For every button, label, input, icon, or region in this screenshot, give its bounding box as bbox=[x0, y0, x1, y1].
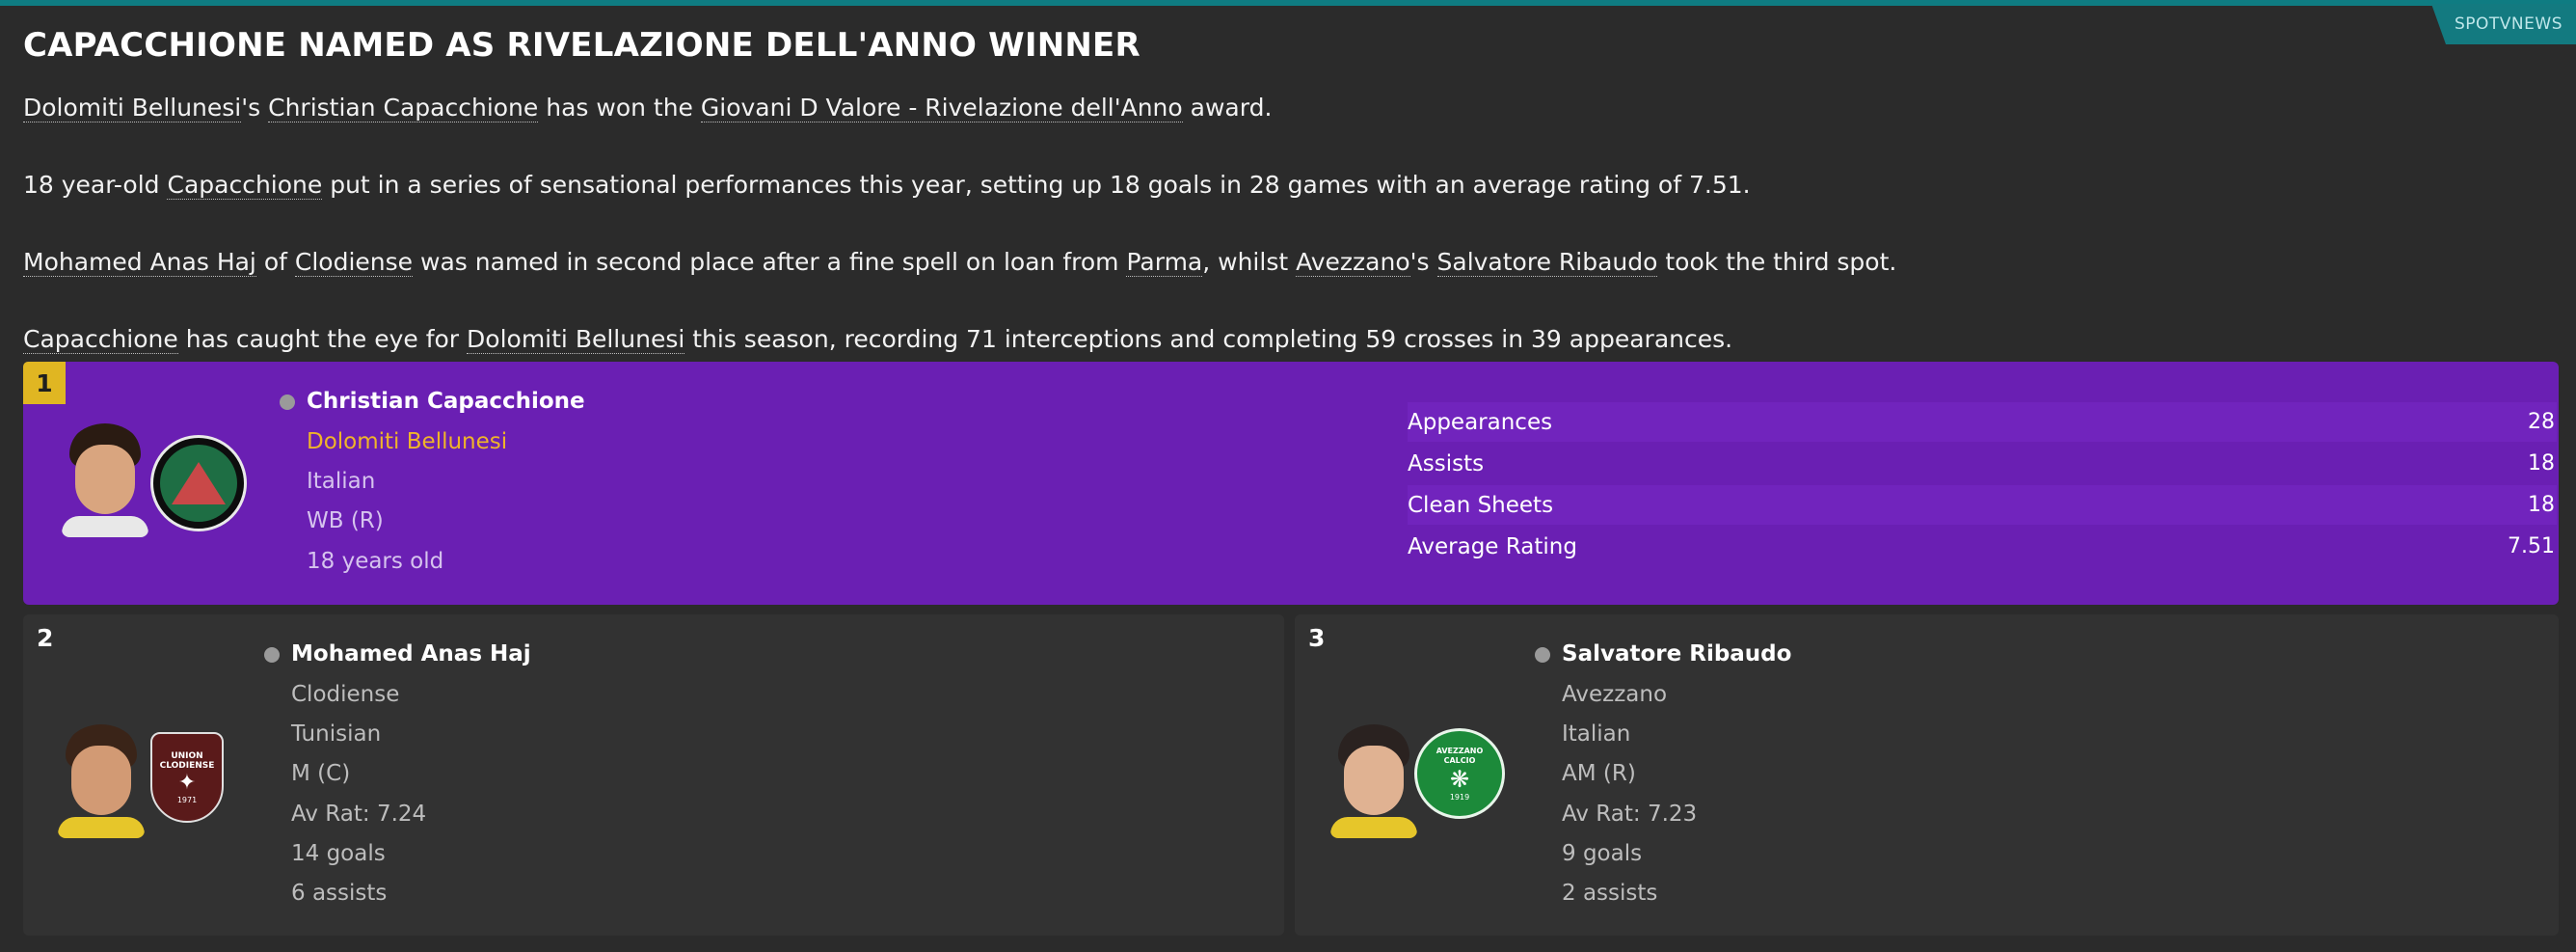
paragraph-3: Mohamed Anas Haj of Clodiense was named … bbox=[23, 248, 1897, 277]
text: of bbox=[255, 248, 295, 276]
player-position: AM (R) bbox=[1562, 761, 1636, 786]
winner-stats: Appearances 28 Assists 18 Clean Sheets 1… bbox=[1408, 402, 2557, 568]
text: , whilst bbox=[1202, 248, 1297, 276]
text: 's bbox=[1409, 248, 1437, 276]
player-icon bbox=[280, 394, 295, 410]
stat-row: Appearances 28 bbox=[1408, 402, 2557, 442]
headline: CAPACCHIONE NAMED AS RIVELAZIONE DELL'AN… bbox=[23, 26, 1140, 65]
crest-year: 1919 bbox=[1449, 792, 1470, 802]
club-link[interactable]: Avezzano bbox=[1296, 248, 1410, 277]
stat-label: Average Rating bbox=[1408, 533, 1577, 559]
award-link[interactable]: Giovani D Valore - Rivelazione dell'Anno bbox=[700, 94, 1183, 122]
player-link[interactable]: Christian Capacchione bbox=[268, 94, 539, 122]
player-name[interactable]: Mohamed Anas Haj bbox=[291, 641, 531, 666]
text: 's bbox=[241, 94, 269, 122]
text: was named in second place after a fine s… bbox=[413, 248, 1127, 276]
player-club[interactable]: Avezzano bbox=[1562, 682, 1667, 707]
stat-label: Assists bbox=[1408, 450, 1485, 476]
runner-up-card: 2 UNION CLODIENSE ✦ 1971 Mohamed Anas Ha… bbox=[23, 614, 1284, 936]
player-link[interactable]: Mohamed Anas Haj bbox=[23, 248, 256, 277]
player-rating: Av Rat: 7.24 bbox=[291, 802, 427, 827]
club-crest-icon[interactable]: AVEZZANO CALCIO ❋ 1919 bbox=[1414, 728, 1505, 819]
player-nationality: Italian bbox=[307, 469, 376, 494]
player-icon bbox=[264, 647, 280, 663]
player-position: M (C) bbox=[291, 761, 351, 786]
club-crest-icon[interactable] bbox=[150, 435, 247, 531]
player-position: WB (R) bbox=[307, 508, 384, 533]
accent-bar bbox=[0, 0, 2576, 6]
text: has won the bbox=[538, 94, 701, 122]
player-assists: 2 assists bbox=[1562, 881, 1658, 906]
player-link[interactable]: Capacchione bbox=[167, 171, 323, 200]
runner-up-card: 3 AVEZZANO CALCIO ❋ 1919 Salvatore Ribau… bbox=[1295, 614, 2559, 936]
player-icon bbox=[1535, 647, 1550, 663]
news-article: SPOTVNEWS CAPACCHIONE NAMED AS RIVELAZIO… bbox=[0, 0, 2576, 952]
club-link[interactable]: Dolomiti Bellunesi bbox=[467, 325, 685, 354]
paragraph-4: Capacchione has caught the eye for Dolom… bbox=[23, 325, 1733, 354]
stat-row: Clean Sheets 18 bbox=[1408, 485, 2557, 525]
stat-value: 18 bbox=[2528, 493, 2555, 517]
player-name[interactable]: Christian Capacchione bbox=[307, 389, 585, 414]
player-photo[interactable] bbox=[1330, 724, 1417, 838]
player-link[interactable]: Salvatore Ribaudo bbox=[1436, 248, 1658, 277]
rank-label: 3 bbox=[1308, 624, 1326, 652]
text: award. bbox=[1182, 94, 1273, 122]
stat-value: 18 bbox=[2528, 451, 2555, 476]
text: has caught the eye for bbox=[177, 325, 468, 353]
rank-label: 2 bbox=[37, 624, 54, 652]
player-photo[interactable] bbox=[58, 724, 145, 838]
player-club[interactable]: Dolomiti Bellunesi bbox=[307, 429, 507, 454]
player-goals: 9 goals bbox=[1562, 841, 1643, 866]
text: this season, recording 71 interceptions … bbox=[684, 325, 1733, 353]
club-link[interactable]: Parma bbox=[1126, 248, 1203, 277]
stat-value: 28 bbox=[2528, 410, 2555, 434]
player-age: 18 years old bbox=[307, 549, 444, 574]
player-rating: Av Rat: 7.23 bbox=[1562, 802, 1698, 827]
player-assists: 6 assists bbox=[291, 881, 388, 906]
player-photo[interactable] bbox=[62, 423, 148, 537]
player-club[interactable]: Clodiense bbox=[291, 682, 399, 707]
stat-row: Average Rating 7.51 bbox=[1408, 527, 2557, 566]
player-nationality: Italian bbox=[1562, 721, 1631, 747]
text: took the third spot. bbox=[1657, 248, 1897, 276]
paragraph-2: 18 year-old Capacchione put in a series … bbox=[23, 171, 1751, 200]
rank-badge: 1 bbox=[23, 362, 66, 404]
winner-card: 1 Christian Capacchione Dolomiti Bellune… bbox=[23, 362, 2559, 605]
text: put in a series of sensational performan… bbox=[322, 171, 1751, 199]
player-link[interactable]: Capacchione bbox=[23, 325, 178, 354]
stat-value: 7.51 bbox=[2508, 534, 2555, 558]
stat-row: Assists 18 bbox=[1408, 444, 2557, 483]
club-link[interactable]: Dolomiti Bellunesi bbox=[23, 94, 242, 122]
player-goals: 14 goals bbox=[291, 841, 386, 866]
paragraph-1: Dolomiti Bellunesi's Christian Capacchio… bbox=[23, 94, 1272, 122]
stat-label: Appearances bbox=[1408, 409, 1553, 435]
text: 18 year-old bbox=[23, 171, 168, 199]
player-name[interactable]: Salvatore Ribaudo bbox=[1562, 641, 1791, 666]
source-tag[interactable]: SPOTVNEWS bbox=[2431, 4, 2576, 44]
stat-label: Clean Sheets bbox=[1408, 492, 1554, 518]
crest-text: AVEZZANO CALCIO bbox=[1436, 746, 1484, 765]
crest-text: UNION CLODIENSE bbox=[159, 750, 215, 771]
club-crest-icon[interactable]: UNION CLODIENSE ✦ 1971 bbox=[150, 732, 224, 823]
club-link[interactable]: Clodiense bbox=[294, 248, 414, 277]
crest-year: 1971 bbox=[176, 795, 198, 804]
player-nationality: Tunisian bbox=[291, 721, 382, 747]
